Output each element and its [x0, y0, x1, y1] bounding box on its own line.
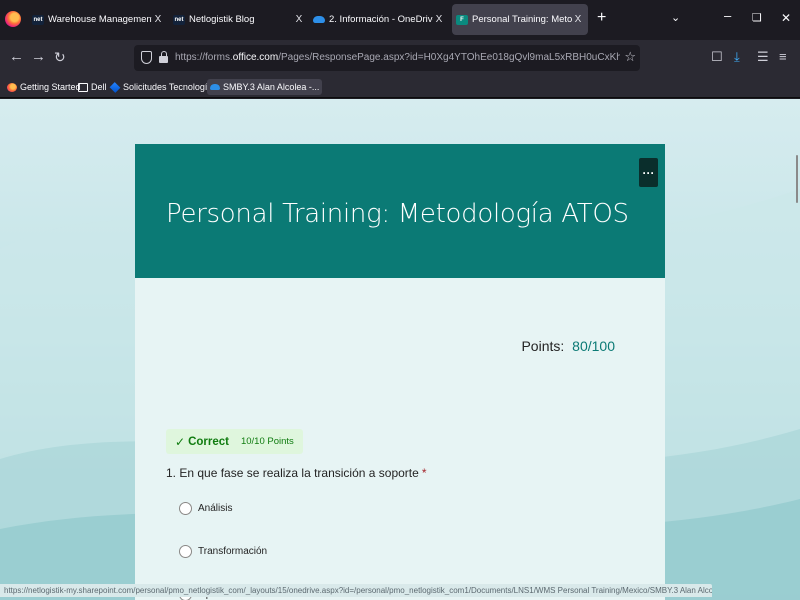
- url-prefix: https://forms.: [175, 52, 233, 63]
- bookmark-star-icon[interactable]: ☆: [624, 49, 636, 65]
- firefox-icon[interactable]: [5, 11, 21, 27]
- close-window-icon[interactable]: ✕: [781, 11, 791, 25]
- required-mark: *: [421, 466, 427, 480]
- option-transformacion[interactable]: Transformación: [179, 545, 267, 558]
- url-domain: office.com: [232, 52, 279, 63]
- bookmark-dell-folder[interactable]: Dell: [78, 79, 107, 95]
- form-title: Personal Training: Metodología ATOS: [166, 199, 629, 229]
- checkmark-icon: ✓: [175, 434, 186, 449]
- lock-icon[interactable]: [159, 51, 168, 63]
- back-arrow-icon[interactable]: ←: [9, 49, 24, 65]
- jira-icon: [109, 81, 121, 93]
- url-bar[interactable]: https://forms.office.com/Pages/ResponseP…: [134, 45, 640, 71]
- tab-close-icon[interactable]: X: [152, 14, 164, 25]
- result-points: 10/10 Points: [240, 436, 294, 447]
- form-header: Personal Training: Metodología ATOS ···: [135, 144, 665, 278]
- tab-label: Personal Training: Metodología ATOS: [472, 14, 572, 25]
- minimize-window-icon[interactable]: –: [724, 8, 731, 23]
- tab-close-icon[interactable]: X: [293, 14, 305, 25]
- navigation-toolbar: ← → ↻ https://forms.office.com/Pages/Res…: [0, 40, 800, 76]
- points-summary: Points: 80/100: [521, 338, 615, 354]
- reload-icon[interactable]: ↻: [54, 49, 66, 65]
- link-status-bar: https://netlogistik-my.sharepoint.com/pe…: [0, 584, 712, 597]
- url-path: /Pages/ResponsePage.aspx?id=H0Xg4YTOhEe0…: [278, 52, 620, 63]
- bookmark-label: Getting Started: [20, 82, 81, 92]
- tab-label: Warehouse Management System: [48, 14, 152, 25]
- folder-icon: [78, 82, 88, 92]
- points-label: Points:: [521, 338, 565, 354]
- more-options-button[interactable]: ···: [639, 158, 658, 187]
- extensions-icon[interactable]: ☰: [757, 49, 769, 65]
- tab-warehouse-management[interactable]: net Warehouse Management System X: [32, 4, 164, 35]
- onedrive-icon: [313, 16, 325, 23]
- bookmark-label: SMBY.3 Alan Alcolea -...: [223, 82, 320, 92]
- radio-button[interactable]: [179, 545, 192, 558]
- tab-strip: net Warehouse Management System X net Ne…: [0, 0, 800, 40]
- menu-icon[interactable]: ≡: [779, 49, 787, 64]
- url-text[interactable]: https://forms.office.com/Pages/ResponseP…: [175, 52, 620, 63]
- pocket-icon[interactable]: ☐: [711, 49, 723, 65]
- tab-label: Netlogistik Blog: [189, 14, 255, 25]
- bookmark-getting-started[interactable]: Getting Started: [7, 79, 81, 95]
- scrollbar-thumb[interactable]: [796, 155, 798, 203]
- option-label: Análisis: [198, 503, 233, 514]
- restore-window-icon[interactable]: ❏: [752, 11, 762, 24]
- forms-icon: F: [456, 14, 468, 25]
- tab-label: 2. Información - OneDrive: [329, 14, 433, 25]
- option-analisis[interactable]: Análisis: [179, 502, 232, 515]
- bookmark-label: Dell: [91, 82, 107, 92]
- onedrive-icon: [210, 84, 220, 90]
- option-label: Transformación: [198, 546, 268, 557]
- tab-list-chevron-icon[interactable]: ⌄: [671, 11, 680, 24]
- tracking-shield-icon[interactable]: [141, 51, 152, 64]
- tab-personal-training[interactable]: F Personal Training: Metodología ATOS X: [452, 4, 588, 35]
- net-icon: net: [173, 14, 185, 25]
- new-tab-button[interactable]: +: [597, 9, 606, 27]
- net-icon: net: [32, 14, 44, 25]
- forward-arrow-icon[interactable]: →: [31, 49, 46, 65]
- bookmark-label: Solicitudes Tecnología...: [123, 82, 220, 92]
- radio-button[interactable]: [179, 502, 192, 515]
- question-title: 1. En que fase se realiza la transición …: [166, 466, 427, 480]
- question-text: 1. En que fase se realiza la transición …: [166, 466, 419, 480]
- tab-onedrive-informacion[interactable]: 2. Información - OneDrive X: [313, 4, 445, 35]
- bookmark-solicitudes-tecnologia[interactable]: Solicitudes Tecnología...: [109, 79, 220, 95]
- tab-close-icon[interactable]: X: [572, 14, 584, 25]
- bookmark-smby3-alan-alcolea[interactable]: SMBY.3 Alan Alcolea -...: [207, 79, 323, 95]
- download-icon[interactable]: ⤓: [734, 49, 740, 65]
- firefox-icon: [7, 82, 17, 92]
- points-value: 80/100: [572, 338, 615, 354]
- result-status: Correct: [188, 435, 229, 448]
- correct-badge: ✓ Correct 10/10 Points: [166, 429, 303, 454]
- bookmarks-toolbar: Getting Started Dell Solicitudes Tecnolo…: [0, 76, 800, 98]
- page-content: Personal Training: Metodología ATOS ··· …: [0, 99, 800, 600]
- form-card: Personal Training: Metodología ATOS ··· …: [135, 144, 665, 600]
- tab-close-icon[interactable]: X: [433, 14, 445, 25]
- tab-netlogistik-blog[interactable]: net Netlogistik Blog X: [173, 4, 305, 35]
